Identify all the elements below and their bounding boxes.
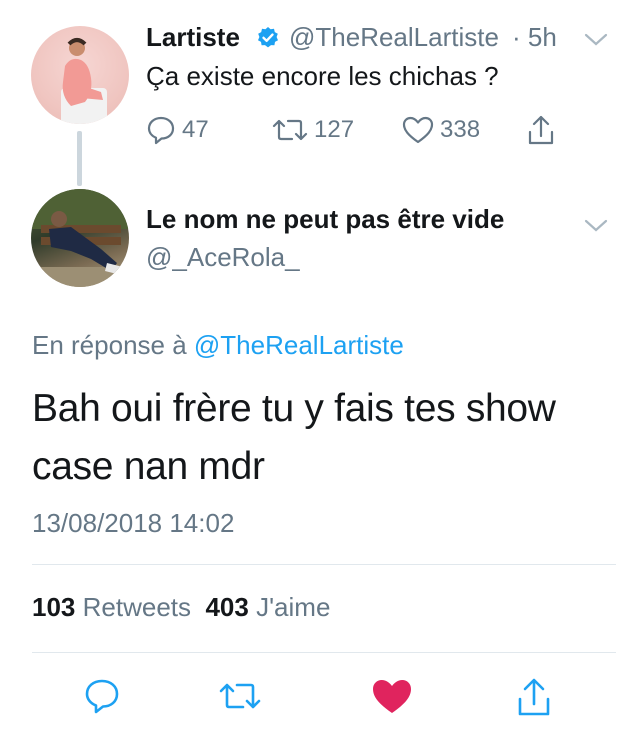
lartiste-avatar[interactable]: [31, 26, 129, 124]
thread-connector-line: [77, 131, 82, 186]
chevron-down-icon[interactable]: [584, 32, 608, 48]
parent-tweet-time: · 5h: [512, 22, 557, 52]
retweet-button[interactable]: [218, 676, 261, 716]
retweet-icon: [272, 119, 308, 141]
parent-retweet-count: 127: [314, 116, 355, 143]
parent-like-count: 338: [440, 116, 481, 143]
parent-author-name[interactable]: Lartiste: [146, 22, 240, 53]
parent-like-button[interactable]: 338: [402, 114, 480, 146]
retweet-count[interactable]: 103: [32, 592, 75, 622]
like-icon: [373, 680, 411, 713]
reply-author-handle[interactable]: @_AceRola_: [146, 242, 300, 273]
parent-retweet-button[interactable]: 127: [272, 114, 354, 146]
acerola-avatar[interactable]: [31, 189, 129, 287]
in-reply-to-prefix: En réponse à: [32, 330, 187, 360]
divider: [32, 564, 616, 565]
parent-tweet-text: Ça existe encore les chichas ?: [146, 61, 499, 91]
share-icon: [528, 115, 554, 145]
in-reply-to-line: En réponse à @TheRealLartiste: [32, 330, 404, 361]
parent-author-handle[interactable]: @TheRealLartiste: [289, 22, 499, 53]
share-icon: [518, 678, 550, 716]
like-icon: [402, 116, 434, 144]
in-reply-to-handle-link[interactable]: @TheRealLartiste: [194, 330, 404, 360]
reply-author-name[interactable]: Le nom ne peut pas être vide: [146, 204, 504, 235]
retweet-icon: [219, 683, 261, 709]
reply-icon: [85, 679, 119, 714]
share-button[interactable]: [514, 676, 554, 716]
parent-share-button[interactable]: [526, 114, 556, 146]
verified-badge-icon: [256, 26, 280, 50]
reply-button[interactable]: [82, 676, 122, 716]
tweet-timestamp: 13/08/2018 14:02: [32, 508, 235, 538]
reply-icon: [147, 116, 175, 145]
tweet-stats: 103 Retweets 403 J'aime: [32, 592, 330, 623]
parent-reply-count: 47: [182, 116, 209, 143]
like-count[interactable]: 403: [205, 592, 248, 622]
divider: [32, 652, 616, 653]
like-label[interactable]: J'aime: [256, 592, 330, 622]
like-button[interactable]: [371, 676, 411, 716]
chevron-down-icon[interactable]: [584, 218, 608, 234]
reply-tweet-text: Bah oui frère tu y fais tes show case na…: [32, 387, 556, 488]
retweet-label[interactable]: Retweets: [83, 592, 191, 622]
parent-reply-button[interactable]: 47: [146, 114, 209, 146]
